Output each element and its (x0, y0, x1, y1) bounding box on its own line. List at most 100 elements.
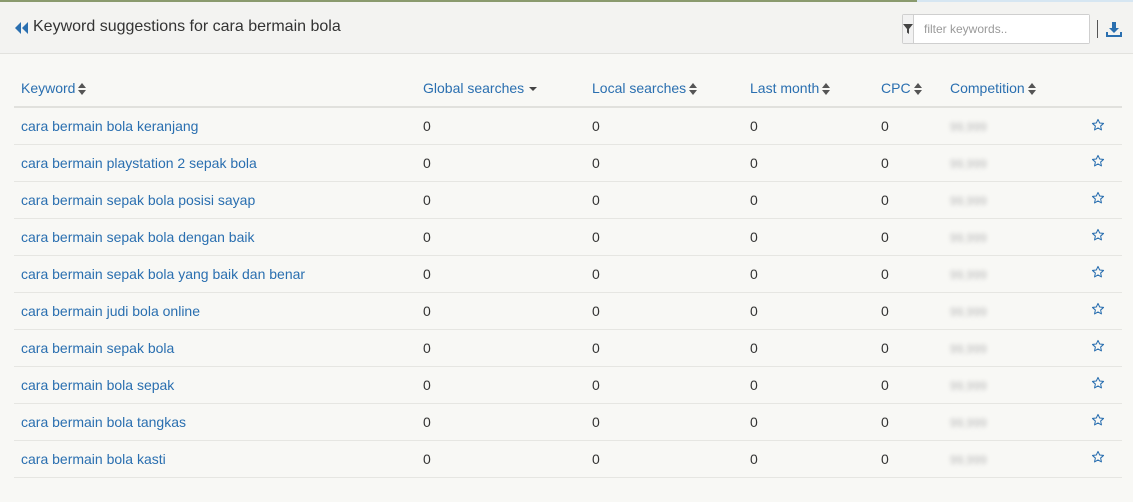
cell-last-month: 0 (743, 440, 874, 478)
sort-icon (1025, 80, 1036, 96)
sort-icon (911, 80, 922, 96)
column-header-competition[interactable]: Competition (943, 70, 1083, 108)
cell-local: 0 (585, 403, 743, 441)
star-outline-icon[interactable] (1091, 302, 1105, 319)
cell-favorite (1083, 292, 1122, 330)
keyword-filter (902, 14, 1090, 44)
sort-desc-icon (529, 87, 538, 92)
keyword-link[interactable]: cara bermain bola keranjang (14, 107, 416, 145)
cell-cpc: 0 (874, 403, 943, 441)
cell-last-month: 0 (743, 366, 874, 404)
column-header-favorite (1083, 70, 1122, 108)
cell-competition: 99,999 (943, 292, 1083, 330)
cell-last-month: 0 (743, 403, 874, 441)
competition-value-blurred: 99,999 (950, 341, 987, 356)
cell-last-month: 0 (743, 292, 874, 330)
cell-global: 0 (416, 255, 585, 293)
keyword-table: Keyword Global searches Local searches Last… (14, 70, 1122, 478)
keyword-link[interactable]: cara bermain bola kasti (14, 440, 416, 478)
cell-cpc: 0 (874, 292, 943, 330)
sort-icon (686, 80, 698, 96)
keyword-link[interactable]: cara bermain sepak bola dengan baik (14, 218, 416, 256)
cell-cpc: 0 (874, 329, 943, 367)
cell-last-month: 0 (743, 218, 874, 256)
cell-favorite (1083, 107, 1122, 145)
star-outline-icon[interactable] (1091, 118, 1105, 135)
star-outline-icon[interactable] (1091, 154, 1105, 171)
cell-competition: 99,999 (943, 255, 1083, 293)
table-row: cara bermain bola tangkas 0 0 0 0 99,999 (14, 403, 1122, 441)
column-header-label: Local searches (592, 80, 687, 96)
table-row: cara bermain judi bola online 0 0 0 0 99,999 (14, 292, 1122, 330)
table-row: cara bermain sepak bola yang baik dan be… (14, 255, 1122, 293)
table-body: cara bermain bola keranjang 0 0 0 0 99,999 car… (14, 107, 1122, 478)
double-chevron-left-icon[interactable] (14, 21, 30, 35)
star-outline-icon[interactable] (1091, 339, 1105, 356)
cell-cpc: 0 (874, 218, 943, 256)
column-header-last_month[interactable]: Last month (743, 70, 874, 108)
column-header-label: CPC (881, 80, 911, 96)
cell-competition: 99,999 (943, 181, 1083, 219)
cell-global: 0 (416, 181, 585, 219)
competition-value-blurred: 99,999 (950, 230, 987, 245)
keyword-link[interactable]: cara bermain judi bola online (14, 292, 416, 330)
star-outline-icon[interactable] (1091, 450, 1105, 467)
keyword-link[interactable]: cara bermain bola sepak (14, 366, 416, 404)
cell-local: 0 (585, 292, 743, 330)
table-row: cara bermain sepak bola 0 0 0 0 99,999 (14, 329, 1122, 367)
download-icon[interactable] (1106, 21, 1122, 37)
cell-local: 0 (585, 218, 743, 256)
column-header-keyword[interactable]: Keyword (14, 70, 416, 108)
keyword-link[interactable]: cara bermain bola tangkas (14, 403, 416, 441)
cell-competition: 99,999 (943, 440, 1083, 478)
star-outline-icon[interactable] (1091, 413, 1105, 430)
keyword-link[interactable]: cara bermain sepak bola (14, 329, 416, 367)
table-row: cara bermain bola sepak 0 0 0 0 99,999 (14, 366, 1122, 404)
cell-competition: 99,999 (943, 403, 1083, 441)
table-row: cara bermain sepak bola posisi sayap 0 0 0 0… (14, 181, 1122, 219)
keyword-link[interactable]: cara bermain sepak bola posisi sayap (14, 181, 416, 219)
cell-global: 0 (416, 218, 585, 256)
cell-cpc: 0 (874, 440, 943, 478)
cell-local: 0 (585, 440, 743, 478)
cell-competition: 99,999 (943, 107, 1083, 145)
cell-favorite (1083, 329, 1122, 367)
page-title: Keyword suggestions for cara bermain bol… (33, 18, 341, 35)
cell-global: 0 (416, 329, 585, 367)
funnel-icon[interactable] (903, 15, 914, 43)
cell-favorite (1083, 218, 1122, 256)
keyword-link[interactable]: cara bermain playstation 2 sepak bola (14, 144, 416, 182)
competition-value-blurred: 99,999 (950, 452, 987, 467)
table-row: cara bermain playstation 2 sepak bola 0 0 0… (14, 144, 1122, 182)
cell-local: 0 (585, 329, 743, 367)
table-row: cara bermain bola kasti 0 0 0 0 99,999 (14, 440, 1122, 478)
column-header-global[interactable]: Global searches (416, 70, 585, 108)
cell-global: 0 (416, 107, 585, 145)
column-header-cpc[interactable]: CPC (874, 70, 943, 108)
cell-local: 0 (585, 255, 743, 293)
cell-last-month: 0 (743, 144, 874, 182)
cell-local: 0 (585, 107, 743, 145)
column-header-label: Global searches (423, 80, 525, 96)
cell-last-month: 0 (743, 255, 874, 293)
competition-value-blurred: 99,999 (950, 304, 987, 319)
cell-favorite (1083, 440, 1122, 478)
cell-favorite (1083, 366, 1122, 404)
star-outline-icon[interactable] (1091, 191, 1105, 208)
cell-last-month: 0 (743, 329, 874, 367)
cell-global: 0 (416, 144, 585, 182)
column-header-label: Last month (750, 80, 820, 96)
competition-value-blurred: 99,999 (950, 267, 987, 282)
column-header-local[interactable]: Local searches (585, 70, 743, 108)
cell-competition: 99,999 (943, 329, 1083, 367)
cell-cpc: 0 (874, 255, 943, 293)
star-outline-icon[interactable] (1091, 376, 1105, 393)
cell-cpc: 0 (874, 366, 943, 404)
cell-cpc: 0 (874, 181, 943, 219)
filter-keywords-input[interactable] (914, 15, 1089, 43)
star-outline-icon[interactable] (1091, 265, 1105, 282)
keyword-link[interactable]: cara bermain sepak bola yang baik dan be… (14, 255, 416, 293)
cell-global: 0 (416, 366, 585, 404)
star-outline-icon[interactable] (1091, 228, 1105, 245)
cell-favorite (1083, 255, 1122, 293)
